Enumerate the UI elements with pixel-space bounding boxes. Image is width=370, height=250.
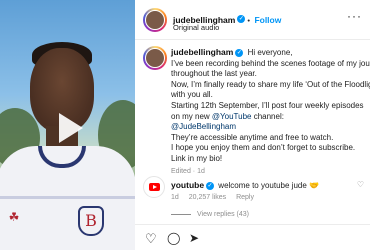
post-actions-bar: ♡ ◯ ➤ (135, 224, 370, 250)
youtube-mention-link[interactable]: @YouTube (212, 112, 252, 121)
post-details-panel: judebellingham ✓ • Follow Original audio ·… (135, 0, 370, 250)
commenter-avatar[interactable] (143, 176, 165, 198)
post-header: judebellingham ✓ • Follow Original audio ·… (135, 0, 370, 40)
caption-line: I’ve been recording behind the scenes fo… (171, 58, 370, 68)
caption-meta: Edited · 1d (171, 167, 205, 175)
adidas-logo-icon: ☘ (8, 210, 20, 224)
caption-line: Hi everyone, (247, 48, 293, 57)
view-replies-button[interactable]: View replies (43) (171, 211, 249, 218)
caption-line: Starting 12th September, I’ll post four … (171, 100, 364, 110)
comment-icon[interactable]: ◯ (167, 231, 180, 245)
separator-dot: • (247, 16, 250, 25)
caption-channel-suffix: channel: (251, 111, 284, 121)
post-caption: judebellingham ✓ Hi everyone, I’ve been r… (171, 47, 370, 177)
caption-line: Link in my bio! (171, 153, 223, 163)
verified-badge-icon: ✓ (206, 181, 215, 190)
shirt-stripe (0, 196, 135, 199)
caption-line: They’re accessible anytime and free to w… (171, 132, 334, 142)
club-crest-icon: B (78, 206, 104, 236)
play-button[interactable] (40, 105, 95, 150)
comment-text: welcome to youtube jude (218, 181, 307, 190)
comment-meta: 1d 20,257 likes Reply (171, 194, 262, 201)
caption-username[interactable]: judebellingham (171, 47, 233, 57)
caption-line: on my new (171, 111, 212, 121)
verified-badge-icon: ✓ (237, 14, 246, 23)
replies-divider (171, 213, 191, 215)
handshake-emoji: 🤝 (309, 181, 319, 190)
view-replies-label: View replies (43) (197, 211, 250, 218)
more-options-icon[interactable]: ··· (347, 9, 362, 23)
reply-button[interactable]: Reply (236, 194, 254, 201)
comment-age: 1d (171, 194, 179, 201)
share-icon[interactable]: ➤ (189, 231, 199, 245)
caption-line: Now, I’m finally ready to share my life … (171, 79, 370, 89)
comment-body: youtube ✓ welcome to youtube jude 🤝 (171, 180, 319, 190)
comment-likes[interactable]: 20,257 likes (189, 194, 226, 201)
like-icon[interactable]: ♡ (145, 231, 157, 247)
comment-like-icon[interactable]: ♡ (357, 180, 364, 189)
video-player[interactable]: ☘ B (0, 0, 135, 250)
author-avatar[interactable] (143, 8, 167, 32)
play-icon (58, 112, 83, 143)
youtube-logo-icon (149, 183, 160, 191)
commenter-username[interactable]: youtube (171, 180, 204, 190)
caption-line: throughout the last year. (171, 69, 257, 79)
caption-line: I hope you enjoy them and don’t forget t… (171, 143, 356, 153)
caption-avatar[interactable] (143, 46, 167, 70)
original-audio-link[interactable]: Original audio (173, 23, 219, 32)
follow-button[interactable]: Follow (254, 15, 281, 25)
verified-badge-icon: ✓ (235, 48, 244, 57)
jude-mention-link[interactable]: @JudeBellingham (171, 122, 236, 131)
caption-line: with you all. (171, 90, 213, 100)
